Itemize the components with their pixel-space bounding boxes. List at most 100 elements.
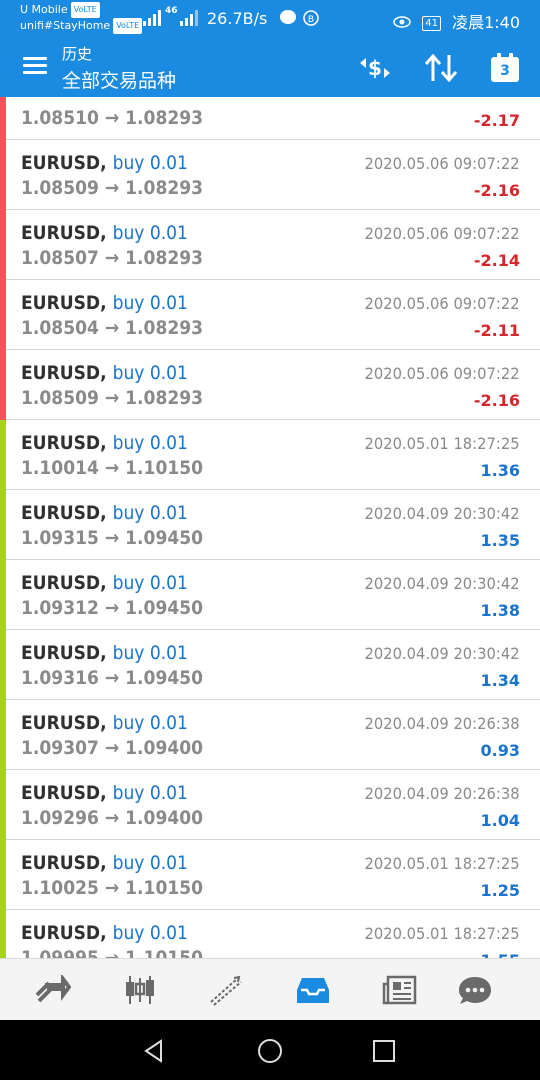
network-name: unifi#StayHome — [20, 19, 111, 32]
battery-icon: 41 — [422, 16, 441, 31]
open-price: 1.09995 — [21, 947, 99, 958]
open-price: 1.10014 — [21, 457, 99, 479]
app-header: 历史 全部交易品种 $ 3 — [0, 40, 540, 97]
result-indicator-bar — [0, 97, 6, 140]
trade-prices: 1.08507 → 1.08293 — [21, 247, 203, 269]
trade-row[interactable]: EURUSD, buy 0.01 1.09296 → 1.09400 2020.… — [0, 770, 540, 840]
trade-row[interactable]: EURUSD, buy 0.01 1.08504 → 1.08293 2020.… — [0, 280, 540, 350]
svg-text:B: B — [308, 15, 314, 25]
trade-direction: buy 0.01 — [112, 152, 188, 174]
quotes-icon[interactable] — [33, 973, 73, 1007]
close-price: 1.08293 — [125, 177, 204, 199]
trade-time: 2020.05.01 18:27:25 — [364, 434, 520, 453]
arrow-icon: → — [104, 737, 120, 759]
trade-symbol: EURUSD, buy 0.01 — [21, 222, 188, 244]
result-indicator-bar — [0, 770, 6, 840]
arrow-icon: → — [104, 877, 120, 899]
back-icon[interactable] — [139, 1036, 169, 1066]
trade-direction: buy 0.01 — [112, 572, 188, 594]
currency-filter-icon[interactable]: $ — [357, 52, 393, 84]
chart-icon[interactable] — [120, 973, 160, 1007]
trade-row[interactable]: EURUSD, buy 0.01 1.08509 → 1.08293 2020.… — [0, 140, 540, 210]
close-price: 1.08293 — [125, 387, 204, 409]
calendar-day: 3 — [500, 63, 510, 79]
trade-symbol: EURUSD, buy 0.01 — [21, 152, 188, 174]
eye-icon — [393, 13, 411, 32]
result-indicator-bar — [0, 280, 6, 350]
recents-icon[interactable] — [369, 1036, 399, 1066]
trade-direction: buy 0.01 — [112, 362, 188, 384]
arrow-icon: → — [104, 527, 120, 549]
open-price: 1.09316 — [21, 667, 99, 689]
result-indicator-bar — [0, 560, 6, 630]
trade-symbol: EURUSD, buy 0.01 — [21, 292, 188, 314]
home-icon[interactable] — [255, 1036, 285, 1066]
trade-profit: 1.36 — [480, 461, 520, 480]
trade-time: 2020.05.06 09:07:22 — [364, 224, 520, 243]
arrow-icon: → — [104, 247, 120, 269]
arrow-icon: → — [104, 457, 120, 479]
close-price: 1.09450 — [125, 527, 204, 549]
close-price: 1.08293 — [125, 247, 204, 269]
arrow-icon: → — [104, 107, 120, 129]
result-indicator-bar — [0, 350, 6, 420]
result-indicator-bar — [0, 630, 6, 700]
close-price: 1.10150 — [125, 457, 204, 479]
trade-row[interactable]: EURUSD, buy 0.01 1.08510 → 1.08293 2020.… — [0, 97, 540, 140]
page-subtitle: 历史 — [62, 45, 93, 63]
arrow-icon: → — [104, 667, 120, 689]
open-price: 1.10025 — [21, 877, 99, 899]
trade-profit: 1.55 — [481, 951, 520, 958]
result-indicator-bar — [0, 210, 6, 280]
trade-time: 2020.05.06 09:07:22 — [364, 294, 520, 313]
trade-row[interactable]: EURUSD, buy 0.01 1.09995 → 1.10150 2020.… — [0, 910, 540, 958]
arrow-icon: → — [104, 387, 120, 409]
trade-prices: 1.08510 → 1.08293 — [21, 107, 203, 129]
trade-time: 2020.05.06 09:07:22 — [364, 154, 520, 173]
history-icon[interactable] — [293, 973, 333, 1007]
trade-row[interactable]: EURUSD, buy 0.01 1.08507 → 1.08293 2020.… — [0, 210, 540, 280]
trade-row[interactable]: EURUSD, buy 0.01 1.09316 → 1.09450 2020.… — [0, 630, 540, 700]
trade-prices: 1.09995 → 1.10150 — [21, 947, 203, 958]
trade-row[interactable]: EURUSD, buy 0.01 1.08509 → 1.08293 2020.… — [0, 350, 540, 420]
svg-text:$: $ — [368, 56, 382, 80]
trade-icon[interactable] — [206, 973, 246, 1007]
trade-prices: 1.08509 → 1.08293 — [21, 177, 203, 199]
trade-prices: 1.08504 → 1.08293 — [21, 317, 203, 339]
network-type: 46 — [165, 6, 178, 16]
result-indicator-bar — [0, 910, 6, 958]
trade-direction: buy 0.01 — [112, 922, 188, 944]
open-price: 1.08507 — [21, 247, 99, 269]
trade-prices: 1.09315 → 1.09450 — [21, 527, 203, 549]
carrier-name: U Mobile — [20, 3, 68, 16]
trade-profit: 0.93 — [480, 741, 520, 760]
status-right: 41 凌晨1:40 — [393, 9, 520, 33]
close-price: 1.09450 — [125, 597, 204, 619]
trade-row[interactable]: EURUSD, buy 0.01 1.09307 → 1.09400 2020.… — [0, 700, 540, 770]
calendar-icon[interactable]: 3 — [489, 52, 525, 84]
trade-direction: buy 0.01 — [112, 222, 188, 244]
trade-row[interactable]: EURUSD, buy 0.01 1.09315 → 1.09450 2020.… — [0, 490, 540, 560]
sort-icon[interactable] — [423, 52, 459, 84]
open-price: 1.09296 — [21, 807, 99, 829]
trade-prices: 1.10025 → 1.10150 — [21, 877, 203, 899]
messages-icon[interactable] — [455, 973, 495, 1007]
news-icon[interactable] — [380, 973, 420, 1007]
result-indicator-bar — [0, 840, 6, 910]
page-title[interactable]: 全部交易品种 — [62, 66, 176, 93]
signal-icon: 46 — [143, 6, 199, 31]
clock: 凌晨1:40 — [452, 13, 520, 32]
trade-row[interactable]: EURUSD, buy 0.01 1.10014 → 1.10150 2020.… — [0, 420, 540, 490]
open-price: 1.08509 — [21, 387, 99, 409]
trade-time: 2020.04.09 20:30:42 — [364, 504, 520, 523]
trade-row[interactable]: EURUSD, buy 0.01 1.10025 → 1.10150 2020.… — [0, 840, 540, 910]
trade-prices: 1.09296 → 1.09400 — [21, 807, 203, 829]
close-price: 1.08293 — [125, 107, 204, 129]
trade-row[interactable]: EURUSD, buy 0.01 1.09312 → 1.09450 2020.… — [0, 560, 540, 630]
trade-prices: 1.08509 → 1.08293 — [21, 387, 203, 409]
trade-profit: 1.04 — [480, 811, 520, 830]
menu-icon[interactable] — [23, 57, 47, 77]
trade-symbol: EURUSD, buy 0.01 — [21, 922, 188, 944]
trade-time: 2020.04.09 20:30:42 — [364, 644, 520, 663]
trade-history-list[interactable]: EURUSD, buy 0.01 1.08510 → 1.08293 2020.… — [0, 97, 540, 958]
